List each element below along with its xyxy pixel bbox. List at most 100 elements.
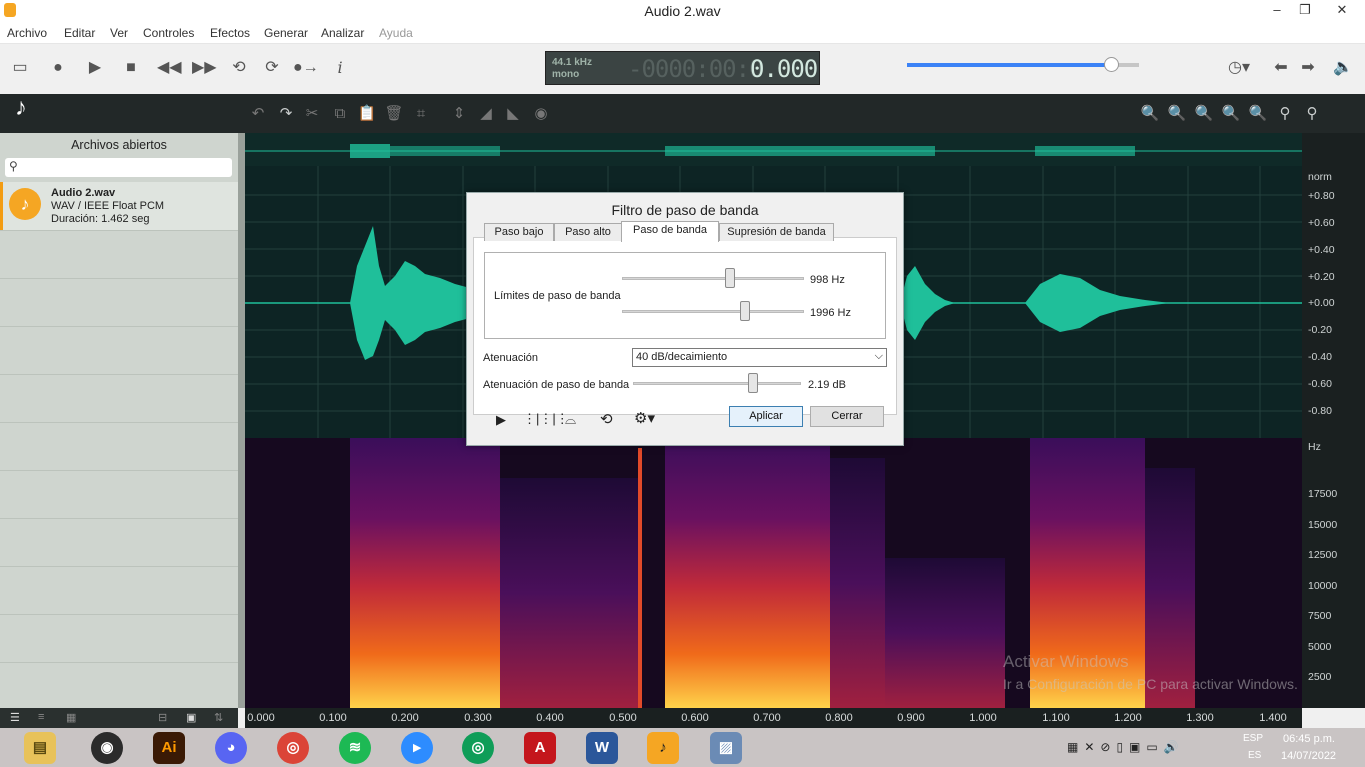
stop-icon[interactable]: ■ (120, 57, 142, 79)
tab-band-stop[interactable]: Supresión de banda (719, 223, 834, 241)
activation-watermark-title: Activar Windows (1003, 652, 1129, 671)
passband-attenuation-thumb[interactable] (748, 373, 758, 393)
spectrogram-view[interactable] (245, 438, 1302, 708)
zoom-in-icon[interactable]: 🔍 (1139, 103, 1161, 125)
menu-editar[interactable]: Editar (64, 26, 95, 40)
time-ruler[interactable]: 0.000 0.100 0.200 0.300 0.400 0.500 0.60… (245, 708, 1302, 728)
repeat-icon[interactable]: ⟳ (261, 57, 283, 79)
tab-high-pass[interactable]: Paso alto (554, 223, 622, 241)
time-tick: 0.800 (825, 712, 853, 724)
effects-icon[interactable]: ◉ (530, 103, 552, 125)
low-cutoff-thumb[interactable] (725, 268, 735, 288)
illustrator-icon[interactable]: Ai (153, 732, 185, 764)
tray-icons[interactable]: ▦✕⊘▯▣▭🔊 (1067, 740, 1185, 754)
waveform-overview[interactable] (245, 133, 1302, 166)
clock-time[interactable]: 06:45 p.m. (1283, 733, 1335, 745)
close-button[interactable]: Cerrar (810, 406, 884, 427)
position-slider-thumb[interactable] (1104, 57, 1120, 72)
copy-icon[interactable]: ⧉ (329, 103, 351, 125)
discord-icon[interactable]: ◕ (215, 732, 247, 764)
spotify-icon[interactable]: ≋ (339, 732, 371, 764)
word-icon[interactable]: W (586, 732, 618, 764)
vertical-zoom-in-icon[interactable]: ⚲ (1274, 103, 1296, 125)
language-primary[interactable]: ESP (1243, 733, 1263, 744)
dialog-title: Filtro de paso de banda (611, 202, 759, 218)
settings-gear-icon[interactable]: ⚙▾ (634, 409, 655, 427)
menu-controles[interactable]: Controles (143, 26, 194, 40)
high-cutoff-thumb[interactable] (740, 301, 750, 321)
zoom-all-icon[interactable]: 🔍 (1247, 103, 1269, 125)
compact-view-icon[interactable]: ≡ (38, 711, 44, 723)
activation-watermark-text: Ir a Configuración de PC para activar Wi… (1003, 676, 1298, 692)
bypass-icon[interactable]: ⌓ (565, 411, 576, 428)
record-icon[interactable]: ● (47, 57, 69, 79)
history-icon[interactable]: ◷▾ (1228, 57, 1250, 79)
attenuation-select[interactable]: 40 dB/decaimiento ⌵ (632, 348, 887, 367)
loop-preview-icon[interactable]: ⟲ (600, 410, 613, 428)
preview-play-icon[interactable]: ▶ (496, 412, 506, 428)
menu-generar[interactable]: Generar (264, 26, 308, 40)
crop-icon[interactable]: ⌗ (410, 103, 432, 125)
passband-attenuation-slider[interactable] (633, 382, 801, 385)
menu-ayuda[interactable]: Ayuda (379, 26, 413, 40)
play-icon[interactable]: ▶ (84, 57, 106, 79)
delete-icon[interactable]: 🗑 (383, 103, 405, 125)
obs-icon[interactable]: ◉ (91, 732, 123, 764)
normalize-icon[interactable]: ⇕ (448, 103, 470, 125)
apply-button[interactable]: Aplicar (729, 406, 803, 427)
low-cutoff-slider[interactable] (622, 277, 804, 280)
info-icon[interactable]: i (329, 57, 351, 79)
language-secondary[interactable]: ES (1248, 750, 1261, 761)
position-slider[interactable] (907, 57, 1139, 72)
audio-file-icon: ♪ (9, 188, 41, 220)
redo-icon[interactable]: ↷ (275, 103, 297, 125)
panel-toggle-icon[interactable]: ▭ (9, 57, 31, 79)
minimize-icon[interactable]: – (1262, 0, 1292, 22)
acrobat-icon[interactable]: A (524, 732, 556, 764)
audio-editor-icon[interactable]: ♪ (647, 732, 679, 764)
collapse-icon[interactable]: ⊟ (158, 711, 167, 724)
waveform-icon[interactable]: ⋮|⋮|⋮ (523, 411, 569, 427)
zoom-fit-icon[interactable]: 🔍 (1220, 103, 1242, 125)
list-view-icon[interactable]: ☰ (10, 711, 20, 724)
zoom-selection-icon[interactable]: 🔍 (1193, 103, 1215, 125)
chrome-profile-icon[interactable]: ◎ (462, 732, 494, 764)
forward-icon[interactable]: ▶▶ (192, 57, 217, 79)
file-item[interactable]: ♪ Audio 2.wav WAV / IEEE Float PCM Durac… (0, 182, 238, 230)
fade-out-icon[interactable]: ◣ (502, 103, 524, 125)
zoom-icon[interactable]: ▸ (401, 732, 433, 764)
freq-tick: 17500 (1308, 488, 1338, 500)
forward-arrow-icon[interactable]: ➡ (1297, 57, 1319, 79)
cut-icon[interactable]: ✂ (301, 103, 323, 125)
menu-analizar[interactable]: Analizar (321, 26, 364, 40)
menu-archivo[interactable]: Archivo (7, 26, 47, 40)
go-to-icon[interactable]: ●→ (293, 57, 319, 79)
chrome-icon[interactable]: ◎ (277, 732, 309, 764)
time-tick: 0.700 (753, 712, 781, 724)
menu-ver[interactable]: Ver (110, 26, 128, 40)
menu-efectos[interactable]: Efectos (210, 26, 250, 40)
mute-icon[interactable]: 🔈 (1332, 57, 1354, 79)
search-input[interactable]: ⚲ (5, 158, 232, 177)
clock-date[interactable]: 14/07/2022 (1281, 750, 1336, 762)
maximize-icon[interactable]: ❐ (1290, 0, 1320, 22)
loop-icon[interactable]: ⟲ (228, 57, 250, 79)
file-explorer-icon[interactable]: ▤ (24, 732, 56, 764)
fade-in-icon[interactable]: ◢ (475, 103, 497, 125)
undo-icon[interactable]: ↶ (247, 103, 269, 125)
close-icon[interactable]: ✕ (1322, 0, 1362, 22)
grid-view-icon[interactable]: ▦ (66, 711, 76, 724)
amp-tick: -0.20 (1308, 324, 1332, 336)
photos-icon[interactable]: ▨ (710, 732, 742, 764)
tab-low-pass[interactable]: Paso bajo (484, 223, 554, 241)
back-arrow-icon[interactable]: ⬅ (1270, 57, 1292, 79)
image-view-icon[interactable]: ▣ (186, 711, 196, 724)
vertical-zoom-out-icon[interactable]: ⚲ (1301, 103, 1323, 125)
sidebar-scrollbar[interactable] (238, 133, 245, 708)
zoom-out-icon[interactable]: 🔍 (1166, 103, 1188, 125)
rewind-icon[interactable]: ◀◀ (157, 57, 182, 79)
high-cutoff-slider[interactable] (622, 310, 804, 313)
sort-icon[interactable]: ⇅ (214, 711, 223, 724)
tab-band-pass[interactable]: Paso de banda (621, 221, 719, 242)
paste-icon[interactable]: 📋 (356, 103, 378, 125)
